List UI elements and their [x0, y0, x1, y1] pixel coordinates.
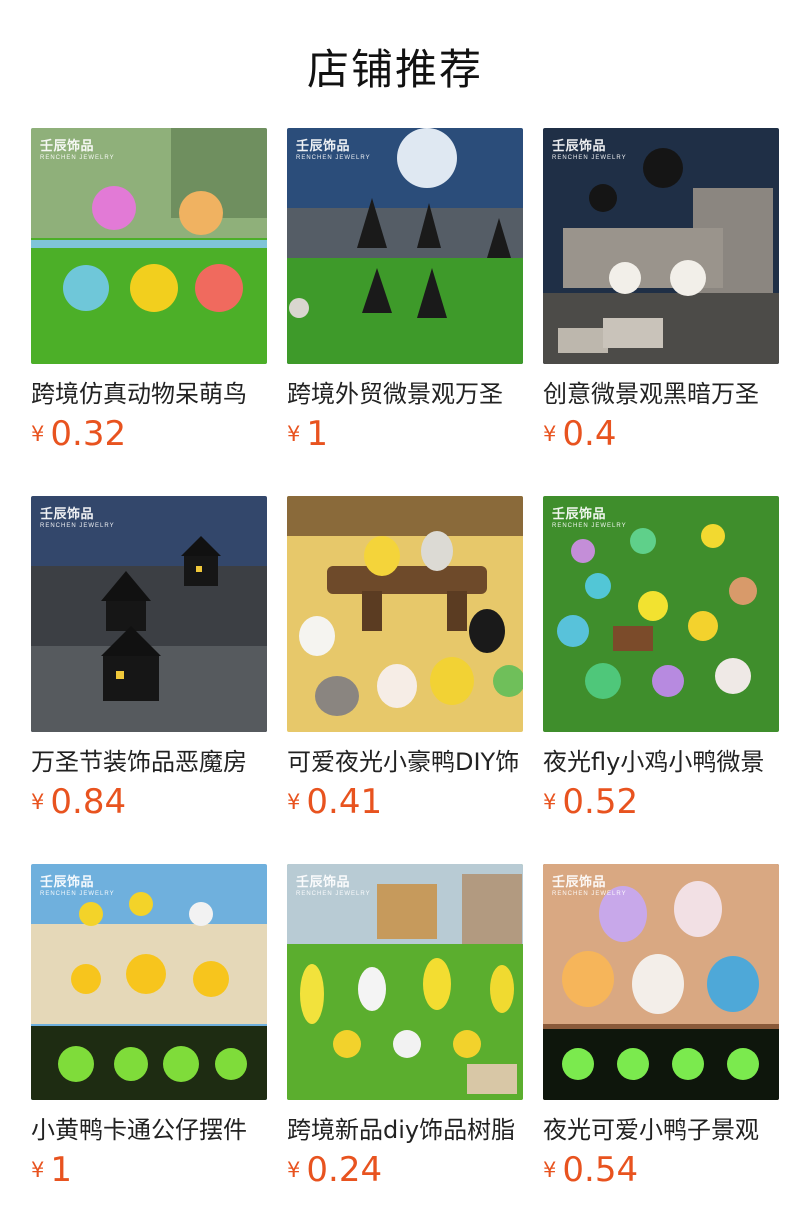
product-card[interactable]: 壬辰饰品 RENCHEN JEWELRY 跨境仿真动物呆萌鸟 ¥0.32 [31, 128, 267, 454]
houses-scene-image [31, 496, 267, 732]
currency-symbol: ¥ [287, 790, 301, 814]
product-image[interactable]: 壬辰饰品 RENCHEN JEWELRY [31, 864, 267, 1100]
currency-symbol: ¥ [543, 422, 557, 446]
product-name[interactable]: 跨境仿真动物呆萌鸟 [31, 378, 267, 410]
price-row: ¥0.54 [543, 1150, 779, 1190]
currency-symbol: ¥ [287, 1158, 301, 1182]
brand-logo: 壬辰饰品 RENCHEN JEWELRY [296, 874, 371, 897]
product-card[interactable]: 壬辰饰品 RENCHEN JEWELRY 跨境新品diy饰品树脂 ¥0.24 [287, 864, 523, 1190]
product-image[interactable]: 壬辰饰品 RENCHEN JEWELRY [543, 496, 779, 732]
brand-logo: 壬辰饰品 RENCHEN JEWELRY [40, 506, 115, 529]
product-name[interactable]: 万圣节装饰品恶魔房 [31, 746, 267, 778]
product-card[interactable]: 壬辰饰品 RENCHEN JEWELRY 小黄鸭卡通公仔摆件 ¥1 [31, 864, 267, 1190]
product-name[interactable]: 夜光fly小鸡小鸭微景 [543, 746, 779, 778]
product-price: 0.4 [562, 414, 617, 454]
product-card[interactable]: 壬辰饰品 RENCHEN JEWELRY 夜光可爱小鸭子景观 ¥0.54 [543, 864, 779, 1190]
product-name[interactable]: 创意微景观黑暗万圣 [543, 378, 779, 410]
product-price: 0.24 [306, 1150, 383, 1190]
brand-logo: 壬辰饰品 RENCHEN JEWELRY [552, 874, 627, 897]
trees-scene-image [287, 128, 523, 364]
ruins-scene-image [543, 128, 779, 364]
product-card[interactable]: 可爱夜光小豪鸭DIY饰 ¥0.41 [287, 496, 523, 822]
product-price: 0.54 [562, 1150, 639, 1190]
geese-scene-image [287, 496, 523, 732]
currency-symbol: ¥ [31, 422, 45, 446]
price-row: ¥0.84 [31, 782, 267, 822]
glow-ducks-scene-image [543, 864, 779, 1100]
product-name[interactable]: 小黄鸭卡通公仔摆件 [31, 1114, 267, 1146]
product-name[interactable]: 夜光可爱小鸭子景观 [543, 1114, 779, 1146]
currency-symbol: ¥ [543, 790, 557, 814]
product-image[interactable] [287, 496, 523, 732]
product-name[interactable]: 跨境外贸微景观万圣 [287, 378, 523, 410]
page-title: 店铺推荐 [306, 45, 483, 94]
price-row: ¥0.41 [287, 782, 523, 822]
product-card[interactable]: 壬辰饰品 RENCHEN JEWELRY 万圣节装饰品恶魔房 ¥0.84 [31, 496, 267, 822]
brand-logo: 壬辰饰品 RENCHEN JEWELRY [40, 874, 115, 897]
product-image[interactable]: 壬辰饰品 RENCHEN JEWELRY [287, 128, 523, 364]
brand-logo: 壬辰饰品 RENCHEN JEWELRY [552, 138, 627, 161]
price-row: ¥1 [31, 1150, 267, 1190]
product-image[interactable]: 壬辰饰品 RENCHEN JEWELRY [31, 496, 267, 732]
currency-symbol: ¥ [287, 422, 301, 446]
price-row: ¥1 [287, 414, 523, 454]
product-price: 1 [50, 1150, 73, 1190]
product-price: 0.41 [306, 782, 383, 822]
product-price: 1 [306, 414, 329, 454]
price-row: ¥0.32 [31, 414, 267, 454]
brand-logo: 壬辰饰品 RENCHEN JEWELRY [552, 506, 627, 529]
price-row: ¥0.52 [543, 782, 779, 822]
farm-scene-image [287, 864, 523, 1100]
brand-logo: 壬辰饰品 RENCHEN JEWELRY [296, 138, 371, 161]
birds-scene-image [31, 128, 267, 364]
product-name[interactable]: 跨境新品diy饰品树脂 [287, 1114, 523, 1146]
glow-chicks-scene-image [543, 496, 779, 732]
product-price: 0.52 [562, 782, 639, 822]
brand-logo: 壬辰饰品 RENCHEN JEWELRY [40, 138, 115, 161]
product-image[interactable]: 壬辰饰品 RENCHEN JEWELRY [287, 864, 523, 1100]
product-card[interactable]: 壬辰饰品 RENCHEN JEWELRY 跨境外贸微景观万圣 ¥1 [287, 128, 523, 454]
product-image[interactable]: 壬辰饰品 RENCHEN JEWELRY [543, 864, 779, 1100]
recommendation-page: 店铺推荐 壬辰饰品 RENCHEN JEWELRY 跨境仿真动物呆萌鸟 ¥ 0.… [0, 0, 790, 1232]
currency-symbol: ¥ [31, 1158, 45, 1182]
price-row: ¥0.4 [543, 414, 779, 454]
yellow-ducks-scene-image [31, 864, 267, 1100]
price-row: ¥0.24 [287, 1150, 523, 1190]
product-image[interactable]: 壬辰饰品 RENCHEN JEWELRY [31, 128, 267, 364]
currency-symbol: ¥ [31, 790, 45, 814]
currency-symbol: ¥ [543, 1158, 557, 1182]
product-card[interactable]: 壬辰饰品 RENCHEN JEWELRY 创意微景观黑暗万圣 ¥0.4 [543, 128, 779, 454]
product-price: 0.84 [50, 782, 127, 822]
product-card[interactable]: 壬辰饰品 RENCHEN JEWELRY 夜光fly小鸡小鸭微景 ¥0.52 [543, 496, 779, 822]
product-image[interactable]: 壬辰饰品 RENCHEN JEWELRY [543, 128, 779, 364]
product-name[interactable]: 可爱夜光小豪鸭DIY饰 [287, 746, 523, 778]
product-price: 0.32 [50, 414, 127, 454]
